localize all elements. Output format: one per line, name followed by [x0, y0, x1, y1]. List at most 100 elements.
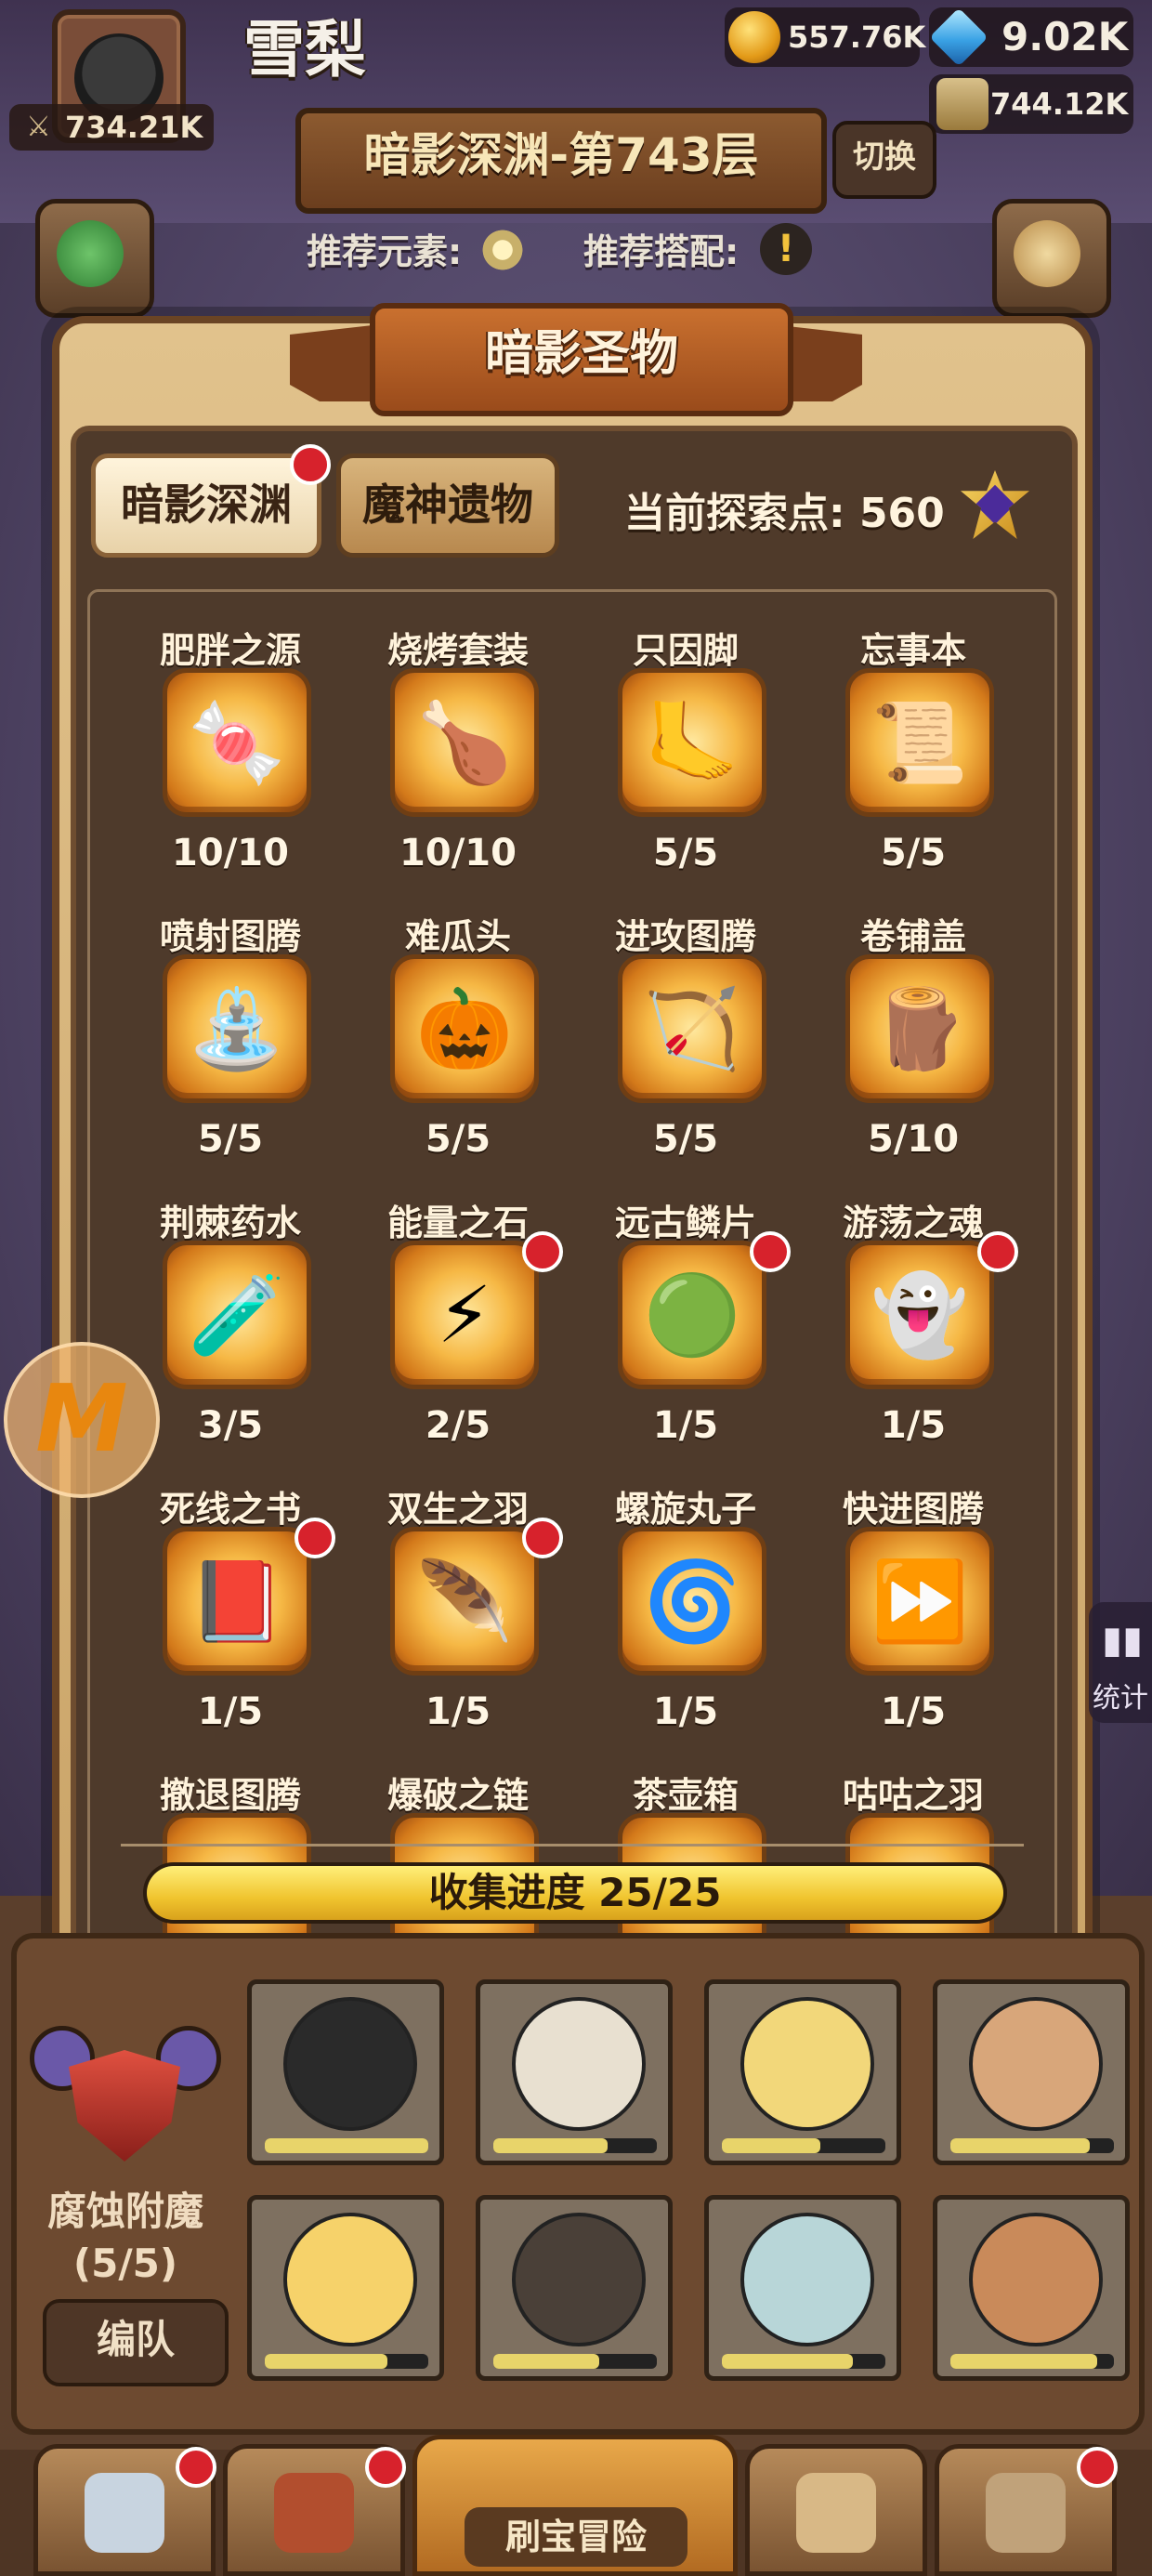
hero-button[interactable]	[223, 2444, 406, 2576]
jar-value: 744.12K	[990, 86, 1129, 122]
feathers-icon: 🪶	[415, 1556, 514, 1647]
relic-item[interactable]: 喷射图腾 ⛲ 5/5	[124, 908, 337, 1187]
dialog-title: 暗影圣物	[370, 303, 793, 416]
hero-slot[interactable]	[933, 1979, 1130, 2165]
relic-icon-frame[interactable]: 🪶	[390, 1527, 539, 1676]
relic-count: 5/10	[867, 1118, 960, 1161]
relic-item[interactable]: 肥胖之源 🍬 10/10	[124, 622, 337, 900]
tab-shadow-abyss[interactable]: 暗影深渊	[91, 453, 321, 558]
relic-icon-frame[interactable]: 🎃	[390, 954, 539, 1103]
relic-name: 烧烤套装	[386, 630, 529, 671]
hero-slot[interactable]	[476, 2195, 673, 2381]
hero-slot[interactable]	[247, 1979, 444, 2165]
relic-icon-frame[interactable]: 🌀	[618, 1527, 766, 1676]
hero-hp-bar	[950, 2138, 1114, 2153]
bar-chart-icon: ▮▮	[1102, 1619, 1144, 1662]
relic-count: 10/10	[172, 832, 289, 874]
relic-count: 1/5	[197, 1690, 264, 1733]
backpack-button[interactable]	[745, 2444, 927, 2576]
relic-item[interactable]: 游荡之魂 👻 1/5	[806, 1194, 1020, 1473]
hero-portrait	[512, 1997, 646, 2131]
relic-notification-badge	[977, 1231, 1018, 1272]
candy-icon: 🍬	[188, 697, 286, 788]
relic-name: 爆破之链	[386, 1775, 529, 1816]
tab-notification-badge	[290, 444, 331, 485]
relic-icon-frame[interactable]: 🪵	[845, 954, 994, 1103]
hero-slot[interactable]	[476, 1979, 673, 2165]
hero-slot[interactable]	[247, 2195, 444, 2381]
relic-item[interactable]: 爆破之链	[351, 1767, 565, 1949]
relic-icon-frame[interactable]: 🧪	[163, 1241, 311, 1389]
relic-item[interactable]: 难瓜头 🎃 5/5	[351, 908, 565, 1187]
relic-name: 快进图腾	[842, 1489, 984, 1530]
relic-icon-frame[interactable]: 🍬	[163, 668, 311, 817]
relic-item[interactable]: 进攻图腾 🏹 5/5	[579, 908, 792, 1187]
relic-item[interactable]: 快进图腾 ⏩ 1/5	[806, 1480, 1020, 1759]
relic-item[interactable]: 茶壶箱	[579, 1767, 792, 1949]
floor-title: 暗影深渊-第743层	[295, 108, 827, 214]
stats-button[interactable]: ▮▮ 统计	[1089, 1602, 1152, 1723]
relic-item[interactable]: 咕咕之羽	[806, 1767, 1020, 1949]
shop-button[interactable]	[33, 2444, 216, 2576]
relic-item[interactable]: 能量之石 ⚡ 2/5	[351, 1194, 565, 1473]
relic-count: 5/5	[652, 832, 719, 874]
relic-item[interactable]: 只因脚 🦶 5/5	[579, 622, 792, 900]
relic-name: 喷射图腾	[159, 916, 301, 957]
explore-points: 当前探索点: 560	[624, 480, 945, 539]
hero-hp-bar	[722, 2138, 885, 2153]
relic-icon-frame[interactable]: 👻	[845, 1241, 994, 1389]
relic-name: 只因脚	[632, 630, 739, 671]
relic-icon-frame[interactable]: 📜	[845, 668, 994, 817]
bedroll-icon: 🪵	[871, 983, 969, 1074]
relic-item[interactable]: 忘事本 📜 5/5	[806, 622, 1020, 900]
power-display: ⚔ 734.21K	[9, 104, 214, 151]
relic-count: 5/5	[880, 832, 947, 874]
hammer-icon	[986, 2473, 1066, 2553]
relic-item[interactable]: 撤退图腾	[124, 1767, 337, 1949]
gem-icon	[929, 7, 988, 67]
relic-icon-frame[interactable]: ⏩	[845, 1527, 994, 1676]
hero-badge	[365, 2447, 406, 2488]
relic-icon-frame[interactable]: 🟢	[618, 1241, 766, 1389]
tab-demon-relics[interactable]: 魔神遗物	[336, 453, 559, 558]
relic-icon-frame[interactable]: ⛲	[163, 954, 311, 1103]
floating-assistant-button[interactable]: M	[4, 1342, 160, 1498]
explore-points-label: 当前探索点:	[624, 490, 845, 537]
collection-progress-bar: 收集进度 25/25	[143, 1862, 1007, 1924]
formation-button[interactable]: 编队	[43, 2299, 229, 2386]
clover-button[interactable]	[35, 199, 154, 318]
hero-hp-bar	[493, 2138, 657, 2153]
relic-count: 1/5	[880, 1690, 947, 1733]
relic-item[interactable]: 烧烤套装 🍗 10/10	[351, 622, 565, 900]
forge-button[interactable]	[935, 2444, 1118, 2576]
relic-count: 10/10	[399, 832, 517, 874]
relic-icon-frame[interactable]: 🍗	[390, 668, 539, 817]
warning-icon[interactable]: !	[760, 223, 812, 275]
recommend-element-label: 推荐元素:	[307, 231, 463, 272]
ghost-icon: 👻	[871, 1269, 969, 1360]
switch-button[interactable]: 切换	[832, 121, 936, 199]
hero-hp-bar	[950, 2354, 1114, 2369]
relic-icon-frame[interactable]: 📕	[163, 1527, 311, 1676]
relic-icon-frame[interactable]: 🏹	[618, 954, 766, 1103]
relic-icon-frame[interactable]: 🦶	[618, 668, 766, 817]
gem-display: 9.02K	[929, 7, 1133, 67]
bbq-bucket-icon: 🍗	[415, 697, 514, 788]
relic-item[interactable]: 卷铺盖 🪵 5/10	[806, 908, 1020, 1187]
hero-slot[interactable]	[704, 1979, 901, 2165]
scroll-button[interactable]	[992, 199, 1111, 318]
progress-label: 收集进度 25/25	[428, 1870, 722, 1915]
relic-count: 1/5	[652, 1690, 719, 1733]
hero-slot[interactable]	[933, 2195, 1130, 2381]
relic-item[interactable]: 螺旋丸子 🌀 1/5	[579, 1480, 792, 1759]
relic-count: 1/5	[425, 1690, 491, 1733]
relic-icon-frame[interactable]: ⚡	[390, 1241, 539, 1389]
recommend-combo-label: 推荐搭配:	[583, 231, 740, 272]
relic-name: 忘事本	[859, 630, 966, 671]
backpack-icon	[796, 2473, 876, 2553]
relic-item[interactable]: 死线之书 📕 1/5	[124, 1480, 337, 1759]
chicken-foot-icon: 🦶	[643, 697, 741, 788]
relic-item[interactable]: 远古鳞片 🟢 1/5	[579, 1194, 792, 1473]
relic-item[interactable]: 双生之羽 🪶 1/5	[351, 1480, 565, 1759]
hero-slot[interactable]	[704, 2195, 901, 2381]
